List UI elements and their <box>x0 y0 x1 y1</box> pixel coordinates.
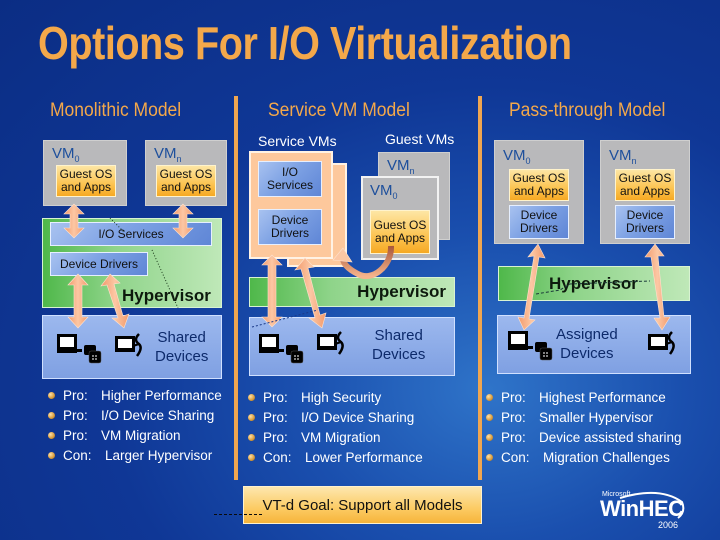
column-divider <box>234 96 238 480</box>
pros-cons-list: Pro: Higher Performance Pro: I/O Device Sh… <box>48 386 222 466</box>
pros-cons-item: Con: Lower Performance <box>248 448 423 468</box>
vm-box: VM0 Guest OS and Apps <box>43 140 127 206</box>
bullet-icon <box>48 432 55 439</box>
bullet-icon <box>486 454 493 461</box>
pros-cons-item: Pro: Highest Performance <box>486 388 682 408</box>
bullet-icon <box>486 414 493 421</box>
pros-cons-item: Pro: Higher Performance <box>48 386 222 406</box>
shared-devices-area: Shared Devices <box>42 315 222 379</box>
vm-label: VM0 <box>370 182 398 201</box>
pros-cons-item: Pro: I/O Device Sharing <box>48 406 222 426</box>
pros-cons-item: Con: Larger Hypervisor <box>48 446 222 466</box>
vm-label: VMn <box>609 147 637 166</box>
bullet-icon <box>48 412 55 419</box>
shared-devices-area: Shared Devices <box>249 317 455 376</box>
guest-os-box: Guest OS and Apps <box>56 165 116 197</box>
hypervisor-box: Hypervisor <box>249 277 455 307</box>
devices-label: Assigned Devices <box>556 326 618 362</box>
monolithic-heading: Monolithic Model <box>50 100 182 121</box>
io-services-box: I/O Services <box>50 222 212 246</box>
passthrough-heading: Pass-through Model <box>509 100 666 121</box>
device-drivers-box: Device Drivers <box>509 205 569 239</box>
bullet-icon <box>248 454 255 461</box>
pros-cons-item: Pro: Smaller Hypervisor <box>486 408 682 428</box>
bullet-icon <box>486 434 493 441</box>
slide-title: Options For I/O Virtualization <box>38 17 572 69</box>
bullet-icon <box>486 394 493 401</box>
service-vm-heading: Service VM Model <box>268 100 410 121</box>
pros-cons-item: Pro: VM Migration <box>248 428 423 448</box>
device-drivers-box: Device Drivers <box>258 209 322 245</box>
bullet-icon <box>248 414 255 421</box>
vm-label: VM0 <box>503 147 531 166</box>
hypervisor-label: Hypervisor <box>357 282 446 301</box>
guest-os-box: Guest OS and Apps <box>509 169 569 201</box>
hypervisor-label: Hypervisor <box>549 274 638 293</box>
vm-label: VMn <box>387 157 415 176</box>
io-services-box: I/O Services <box>258 161 322 197</box>
pros-cons-list: Pro: High Security Pro: I/O Device Sharing… <box>248 388 423 468</box>
devices-label: Shared Devices <box>155 329 209 365</box>
bullet-icon <box>248 434 255 441</box>
hypervisor-label: Hypervisor <box>122 286 211 305</box>
guest-os-box: Guest OS and Apps <box>156 165 216 197</box>
guest-os-box: Guest OS and Apps <box>370 210 430 254</box>
goal-banner: VT-d Goal: Support all Models <box>243 486 482 524</box>
vm-label: VMn <box>154 145 182 164</box>
devices-label: Shared Devices <box>372 327 426 363</box>
logo-swoosh-icon <box>619 491 685 519</box>
assigned-devices-area: Assigned Devices <box>497 315 691 374</box>
pros-cons-list: Pro: Highest Performance Pro: Smaller Hype… <box>486 388 682 468</box>
service-vm-front: I/O Services Device Drivers <box>249 151 333 259</box>
vm-box: VM0 Guest OS and Apps <box>361 176 439 260</box>
bullet-icon <box>48 452 55 459</box>
pros-cons-item: Pro: High Security <box>248 388 423 408</box>
bullet-icon <box>48 392 55 399</box>
service-vms-label: Service VMs <box>258 133 337 149</box>
guest-os-box: Guest OS and Apps <box>615 169 675 201</box>
hypervisor-box: Hypervisor <box>498 266 690 301</box>
vm-box: VMn Guest OS and Apps <box>145 140 227 206</box>
column-divider <box>478 96 482 480</box>
device-drivers-box: Device Drivers <box>615 205 675 239</box>
pros-cons-item: Pro: VM Migration <box>48 426 222 446</box>
vm-box: VMn Guest OS and Apps Device Drivers <box>600 140 690 244</box>
vm-label: VM0 <box>52 145 80 164</box>
pros-cons-item: Pro: I/O Device Sharing <box>248 408 423 428</box>
vm-box: VM0 Guest OS and Apps Device Drivers <box>494 140 584 244</box>
device-drivers-box: Device Drivers <box>50 252 148 276</box>
guest-vms-label: Guest VMs <box>385 131 455 147</box>
bullet-icon <box>248 394 255 401</box>
pros-cons-item: Pro: Device assisted sharing <box>486 428 682 448</box>
dashed-line <box>214 514 262 515</box>
pros-cons-item: Con: Migration Challenges <box>486 448 682 468</box>
